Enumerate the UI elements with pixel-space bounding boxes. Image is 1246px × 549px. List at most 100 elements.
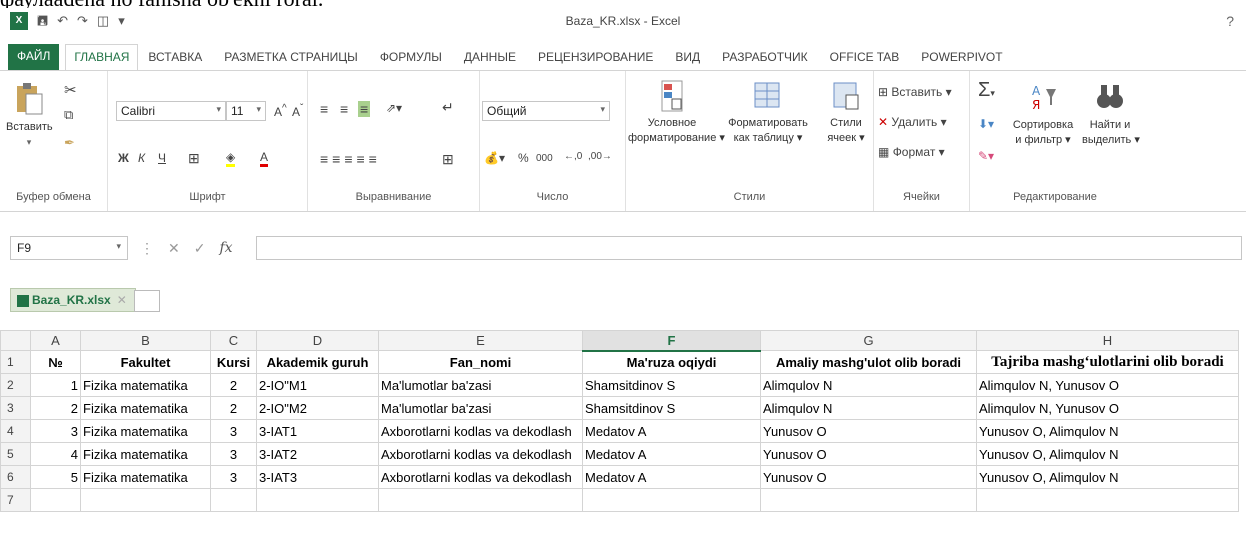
cell[interactable] bbox=[976, 488, 1239, 512]
cut-icon[interactable]: ✂ bbox=[64, 81, 77, 99]
tab-page-layout[interactable]: РАЗМЕТКА СТРАНИЦЫ bbox=[224, 50, 358, 70]
autosum-icon[interactable]: Σ▾ bbox=[978, 79, 995, 102]
percent-button[interactable]: % bbox=[518, 151, 529, 165]
cell[interactable]: Medatov A bbox=[582, 465, 761, 489]
row-header[interactable]: 2 bbox=[0, 373, 31, 397]
tab-view[interactable]: ВИД bbox=[675, 50, 700, 70]
cell[interactable] bbox=[378, 488, 583, 512]
close-tab-icon[interactable]: ✕ bbox=[117, 293, 127, 307]
select-all-corner[interactable] bbox=[0, 330, 31, 351]
increase-decimal-icon[interactable]: ←,0 bbox=[564, 151, 582, 162]
italic-button[interactable]: К bbox=[138, 151, 145, 165]
underline-button[interactable]: Ч bbox=[158, 151, 166, 165]
row-header[interactable]: 4 bbox=[0, 419, 31, 443]
format-painter-icon[interactable]: ✒ bbox=[64, 135, 75, 151]
cell[interactable]: Yunusov O bbox=[760, 419, 977, 443]
enter-icon[interactable]: ✓ bbox=[194, 240, 206, 257]
row-header[interactable]: 6 bbox=[0, 465, 31, 489]
cell[interactable]: Yunusov O bbox=[760, 442, 977, 466]
cell[interactable]: Medatov A bbox=[582, 442, 761, 466]
cell[interactable]: Fizika matematika bbox=[80, 442, 211, 466]
row-header[interactable]: 5 bbox=[0, 442, 31, 466]
cell[interactable]: Shamsitdinov S bbox=[582, 396, 761, 420]
cell[interactable]: 2-IO"M1 bbox=[256, 373, 379, 397]
cell[interactable] bbox=[760, 488, 977, 512]
cell[interactable] bbox=[256, 488, 379, 512]
cell[interactable]: Yunusov O, Alimqulov N bbox=[976, 442, 1239, 466]
header-cell[interactable]: Kursi bbox=[210, 350, 257, 374]
workbook-tab[interactable]: Baza_KR.xlsx ✕ bbox=[10, 288, 136, 312]
cell[interactable]: Alimqulov N, Yunusov O bbox=[976, 396, 1239, 420]
cell[interactable]: Alimqulov N, Yunusov O bbox=[976, 373, 1239, 397]
copy-icon[interactable]: ⧉ bbox=[64, 107, 73, 123]
cell[interactable]: 3-IAT1 bbox=[256, 419, 379, 443]
delete-cells-button[interactable]: ✕ Удалить ▾ bbox=[878, 115, 947, 129]
column-header[interactable]: H bbox=[976, 330, 1239, 351]
cell[interactable]: 1 bbox=[30, 373, 81, 397]
column-header[interactable]: C bbox=[210, 330, 257, 351]
help-button[interactable]: ? bbox=[1226, 13, 1234, 29]
tab-insert[interactable]: ВСТАВКА bbox=[148, 50, 202, 70]
column-header[interactable]: E bbox=[378, 330, 583, 351]
align-middle-icon[interactable]: ≡ bbox=[340, 101, 348, 117]
thousands-button[interactable]: 000 bbox=[536, 153, 553, 164]
borders-icon[interactable]: ⊞ bbox=[188, 150, 200, 167]
header-cell[interactable]: Amaliy mashg'ulot olib boradi bbox=[760, 350, 977, 374]
align-lines-icons[interactable]: ≡≡≡≡≡ bbox=[320, 151, 381, 167]
cell[interactable]: Axborotlarni kodlas va dekodlash bbox=[378, 419, 583, 443]
header-cell[interactable]: Akademik guruh bbox=[256, 350, 379, 374]
column-header[interactable]: B bbox=[80, 330, 211, 351]
tab-home[interactable]: ГЛАВНАЯ bbox=[65, 44, 139, 71]
column-header-selected[interactable]: F bbox=[582, 330, 761, 352]
header-cell[interactable]: Ma'ruza oqiydi bbox=[582, 350, 761, 374]
cell[interactable]: 4 bbox=[30, 442, 81, 466]
new-tab-button[interactable] bbox=[134, 290, 160, 312]
cell[interactable]: 5 bbox=[30, 465, 81, 489]
cell[interactable]: Yunusov O bbox=[760, 465, 977, 489]
sort-filter-button[interactable]: AЯ Сортировка и фильтр ▾ bbox=[1008, 81, 1078, 148]
number-format-combo[interactable]: Общий ▾ bbox=[482, 101, 610, 121]
formula-input[interactable] bbox=[256, 236, 1242, 260]
cell[interactable]: Fizika matematika bbox=[80, 465, 211, 489]
clear-icon[interactable]: ✎▾ bbox=[978, 149, 994, 163]
merge-cells-icon[interactable]: ⊞ bbox=[442, 151, 454, 168]
paste-button[interactable]: Вставить ▾ bbox=[6, 81, 53, 150]
tab-developer[interactable]: РАЗРАБОТЧИК bbox=[722, 50, 808, 70]
cell[interactable]: 3 bbox=[210, 442, 257, 466]
cell[interactable]: Axborotlarni kodlas va dekodlash bbox=[378, 465, 583, 489]
cell[interactable]: Fizika matematika bbox=[80, 396, 211, 420]
cell[interactable] bbox=[582, 488, 761, 512]
tab-formulas[interactable]: ФОРМУЛЫ bbox=[380, 50, 442, 70]
cell[interactable]: Fizika matematika bbox=[80, 419, 211, 443]
column-header[interactable]: A bbox=[30, 330, 81, 351]
cell[interactable]: 3 bbox=[30, 419, 81, 443]
cell[interactable]: Shamsitdinov S bbox=[582, 373, 761, 397]
cell[interactable]: 2 bbox=[210, 396, 257, 420]
decrease-font-icon[interactable]: Aˇ bbox=[292, 103, 303, 119]
cell[interactable]: Yunusov O, Alimqulov N bbox=[976, 419, 1239, 443]
tab-file[interactable]: ФАЙЛ bbox=[8, 44, 60, 70]
font-name-combo[interactable]: Calibri ▾ bbox=[116, 101, 226, 121]
header-cell[interactable]: Fan_nomi bbox=[378, 350, 583, 374]
cancel-icon[interactable]: ✕ bbox=[168, 240, 180, 257]
find-select-button[interactable]: Найти и выделить ▾ bbox=[1082, 81, 1140, 148]
font-size-combo[interactable]: 11 ▾ bbox=[226, 101, 266, 121]
cell[interactable]: Yunusov O, Alimqulov N bbox=[976, 465, 1239, 489]
cell-styles-button[interactable]: Стили ячеек ▾ bbox=[822, 79, 870, 146]
cell[interactable]: 2-IO"M2 bbox=[256, 396, 379, 420]
increase-font-icon[interactable]: A^ bbox=[274, 103, 287, 119]
cell[interactable]: 3 bbox=[210, 465, 257, 489]
decrease-decimal-icon[interactable]: ,00→ bbox=[588, 151, 612, 162]
header-cell[interactable]: № bbox=[30, 350, 81, 374]
column-header[interactable]: D bbox=[256, 330, 379, 351]
column-header[interactable]: G bbox=[760, 330, 977, 351]
cell[interactable]: Fizika matematika bbox=[80, 373, 211, 397]
tab-powerpivot[interactable]: POWERPIVOT bbox=[921, 50, 1002, 70]
align-top-icon[interactable]: ≡ bbox=[320, 101, 328, 117]
insert-cells-button[interactable]: ⊞ Вставить ▾ bbox=[878, 85, 952, 99]
cell[interactable]: 3-IAT3 bbox=[256, 465, 379, 489]
cell[interactable]: Alimqulov N bbox=[760, 396, 977, 420]
tab-data[interactable]: ДАННЫЕ bbox=[464, 50, 516, 70]
header-cell[interactable]: Tajriba mashg‘ulotlarini olib boradi bbox=[976, 350, 1239, 374]
cell[interactable]: Medatov A bbox=[582, 419, 761, 443]
